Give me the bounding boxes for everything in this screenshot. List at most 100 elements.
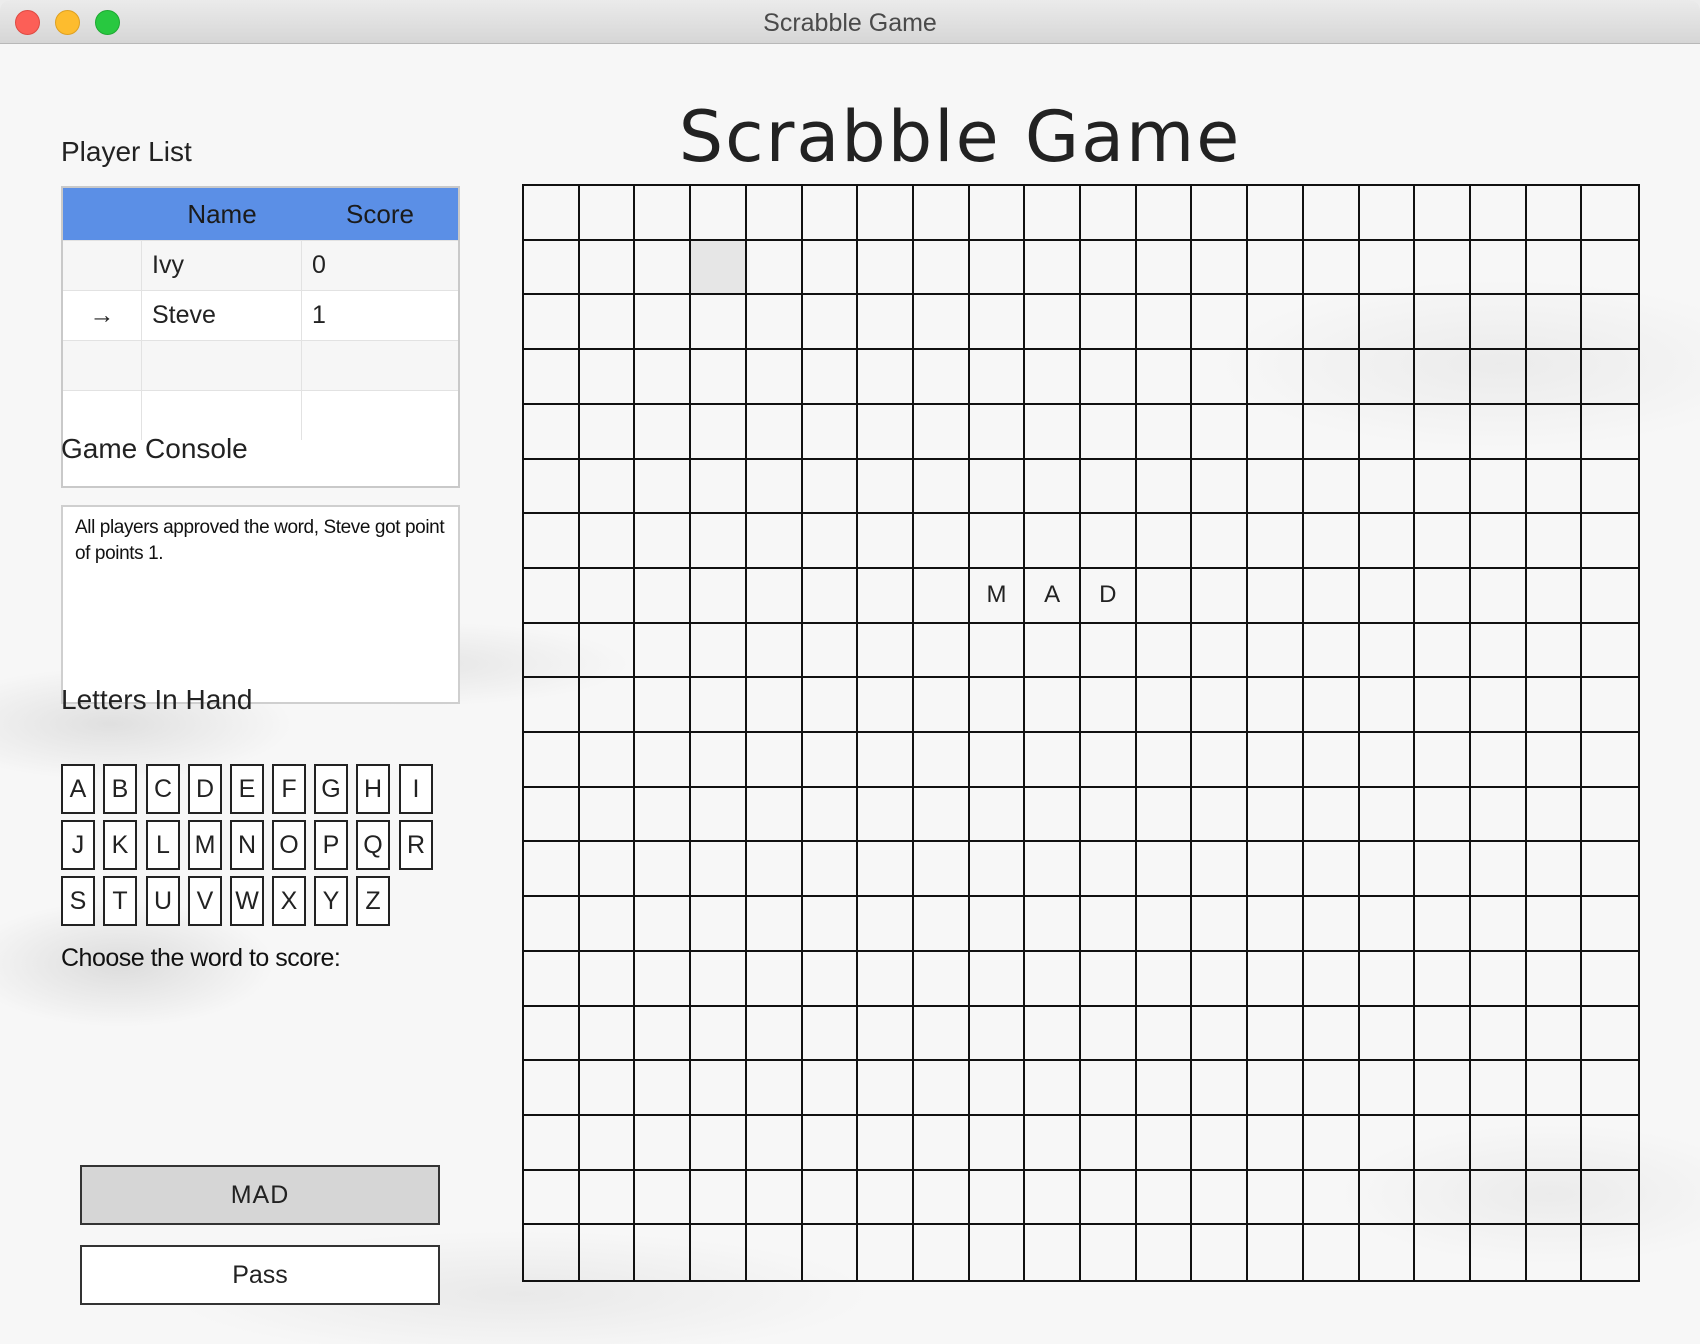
board-cell[interactable]	[1582, 405, 1638, 460]
board-cell[interactable]	[1248, 1006, 1304, 1062]
board-cell[interactable]	[858, 951, 914, 1007]
letter-tile-x[interactable]: X	[272, 876, 306, 926]
board-cell[interactable]	[1081, 733, 1137, 788]
board-cell[interactable]	[802, 897, 859, 952]
board-cell[interactable]	[858, 1115, 914, 1171]
board-cell[interactable]	[1303, 1170, 1360, 1226]
board-cell[interactable]	[1526, 1006, 1583, 1062]
board-cell[interactable]	[1081, 1225, 1137, 1280]
board-cell[interactable]	[1192, 240, 1249, 296]
board-cell[interactable]	[524, 623, 580, 679]
board-cell[interactable]	[969, 1061, 1026, 1116]
board-cell[interactable]	[1359, 568, 1416, 624]
board-cell[interactable]	[1470, 514, 1527, 569]
letter-tile-d[interactable]: D	[188, 764, 222, 814]
board-cell[interactable]	[1526, 842, 1583, 898]
board-cell[interactable]	[1025, 1061, 1081, 1116]
board-cell[interactable]	[579, 240, 636, 296]
board-cell[interactable]	[1136, 1006, 1193, 1062]
board-cell[interactable]	[802, 951, 859, 1007]
board-cell[interactable]	[1025, 514, 1081, 569]
board-cell[interactable]	[1081, 1006, 1137, 1062]
board-cell[interactable]	[1471, 1225, 1527, 1280]
board-cell[interactable]	[1415, 404, 1471, 460]
board-cell[interactable]	[1359, 842, 1416, 898]
board-cell[interactable]	[524, 1170, 580, 1226]
board-cell[interactable]	[1582, 842, 1638, 898]
board-cell[interactable]	[1470, 568, 1527, 624]
board-cell[interactable]	[1303, 350, 1360, 405]
board-cell[interactable]	[1136, 568, 1193, 624]
board-cell[interactable]	[1025, 897, 1081, 952]
board-cell[interactable]	[858, 1006, 914, 1062]
board-cell[interactable]	[1192, 1170, 1249, 1226]
board-cell[interactable]	[1582, 1007, 1638, 1062]
board-cell[interactable]	[691, 186, 747, 241]
board-cell[interactable]	[1136, 350, 1193, 405]
board-cell[interactable]	[1136, 733, 1193, 788]
board-cell[interactable]	[1192, 951, 1249, 1007]
board-cell[interactable]	[1359, 295, 1416, 351]
board-cell[interactable]	[691, 842, 747, 898]
board-cell[interactable]	[1192, 295, 1249, 351]
board-cell[interactable]	[969, 1115, 1026, 1171]
letter-tile-l[interactable]: L	[146, 820, 180, 870]
board-cell[interactable]	[1248, 404, 1304, 460]
board-cell[interactable]	[1248, 459, 1304, 515]
board-cell[interactable]	[1582, 514, 1638, 569]
board-cell[interactable]	[1359, 623, 1416, 679]
board-cell[interactable]	[1081, 897, 1137, 952]
board-cell[interactable]	[802, 733, 859, 788]
board-cell[interactable]	[1248, 1225, 1304, 1280]
board-cell[interactable]	[635, 951, 692, 1007]
board-cell[interactable]	[1081, 623, 1137, 679]
board-cell[interactable]	[746, 568, 803, 624]
board-cell[interactable]	[691, 1061, 747, 1116]
board-cell[interactable]	[1081, 240, 1137, 296]
board-cell[interactable]	[802, 623, 859, 679]
board-cell[interactable]	[691, 295, 747, 351]
board-cell[interactable]	[691, 1115, 747, 1171]
board-cell[interactable]	[691, 459, 747, 515]
board-cell[interactable]	[1303, 295, 1360, 351]
board-cell[interactable]	[1136, 186, 1193, 241]
board-cell[interactable]	[858, 459, 914, 515]
board-cell[interactable]	[1081, 186, 1137, 241]
board-tile[interactable]: D	[1081, 568, 1137, 624]
board-cell[interactable]	[913, 1061, 970, 1116]
letter-tile-t[interactable]: T	[103, 876, 137, 926]
board-cell[interactable]	[969, 240, 1026, 296]
board-cell[interactable]	[1025, 678, 1081, 733]
board-cell[interactable]	[913, 1115, 970, 1171]
board-cell[interactable]	[1192, 568, 1249, 624]
board-cell[interactable]	[746, 404, 803, 460]
board-cell[interactable]	[1303, 568, 1360, 624]
board-cell[interactable]	[635, 1170, 692, 1226]
board-cell[interactable]	[1415, 623, 1471, 679]
board-cell[interactable]	[1359, 350, 1416, 405]
board-cell[interactable]	[1248, 240, 1304, 296]
board-cell[interactable]	[691, 733, 747, 788]
board-cell[interactable]	[1582, 1061, 1638, 1116]
board-cell[interactable]	[1359, 459, 1416, 515]
board-cell[interactable]	[969, 1006, 1026, 1062]
board-cell[interactable]	[1470, 897, 1527, 952]
board-cell[interactable]	[1359, 1115, 1416, 1171]
board-cell[interactable]	[858, 1170, 914, 1226]
board-cell[interactable]	[802, 842, 859, 898]
board-cell[interactable]	[858, 350, 914, 405]
letter-tile-n[interactable]: N	[230, 820, 264, 870]
board-cell[interactable]	[691, 678, 747, 733]
board-cell[interactable]	[1526, 1061, 1583, 1116]
board-cell[interactable]	[1582, 733, 1638, 788]
board-cell[interactable]	[1470, 240, 1527, 296]
board-cell[interactable]	[746, 295, 803, 351]
board-cell[interactable]	[1303, 842, 1360, 898]
board-cell[interactable]	[1248, 1115, 1304, 1171]
board-cell[interactable]	[1248, 733, 1304, 788]
board-cell[interactable]	[1303, 514, 1360, 569]
board-cell[interactable]	[1415, 678, 1471, 733]
board-cell[interactable]	[913, 568, 970, 624]
board-cell[interactable]	[1359, 787, 1416, 843]
board-cell[interactable]	[524, 1225, 580, 1280]
